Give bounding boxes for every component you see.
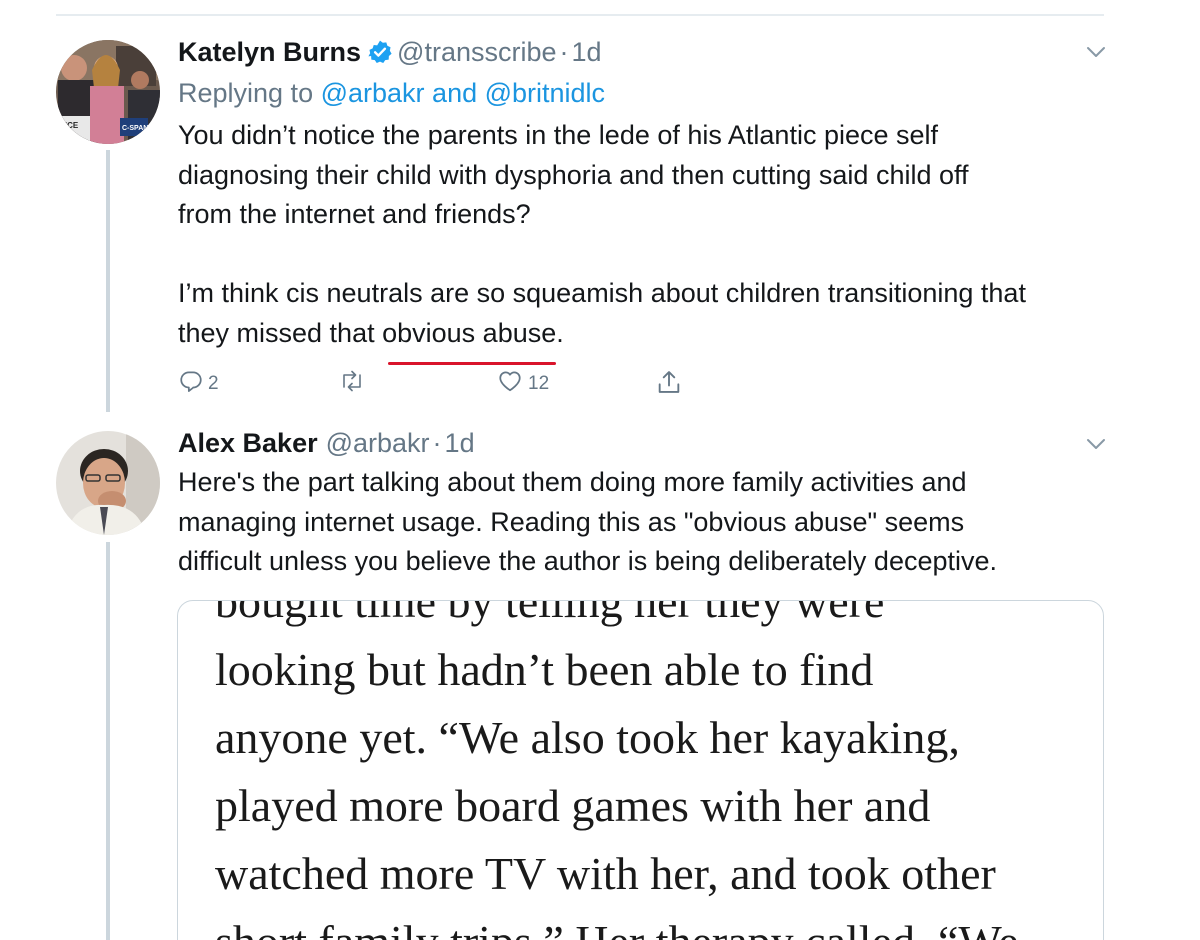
tweet-text: You didn’t notice the parents in the led… — [178, 116, 1118, 365]
share-button[interactable] — [655, 368, 683, 402]
user-handle[interactable]: @transscribe — [397, 37, 556, 67]
excerpt-line: short family trips.” Her therapy called,… — [215, 908, 1019, 940]
separator-dot: · — [432, 428, 442, 458]
replying-to-label: Replying to — [178, 78, 321, 108]
tweet-text-line: difficult unless you believe the author … — [178, 546, 998, 576]
tweet-header: Alex Baker @arbakr · 1d — [178, 426, 475, 460]
timeline-divider — [56, 14, 1104, 16]
tweet-text-fragment: . — [556, 317, 564, 348]
avatar[interactable] — [56, 431, 160, 535]
retweet-button[interactable] — [338, 368, 370, 400]
reply-button[interactable]: 2 — [178, 368, 219, 400]
tweet-text-line: from the internet and friends? — [178, 199, 531, 229]
attached-image[interactable]: bought time by telling her they were loo… — [177, 600, 1104, 940]
tweet-text-line: Here's the part talking about them doing… — [178, 467, 967, 497]
avatar[interactable]: TICE C-SPAN — [56, 40, 160, 144]
tweet-text: Here's the part talking about them doing… — [178, 463, 1118, 582]
article-excerpt: bought time by telling her they were loo… — [215, 600, 1019, 940]
user-handle[interactable]: @arbakr — [326, 428, 430, 458]
display-name[interactable]: Katelyn Burns — [178, 37, 361, 67]
tweet-timestamp[interactable]: 1d — [572, 37, 602, 67]
excerpt-line: watched more TV with her, and took other — [215, 848, 996, 899]
thread-line — [106, 150, 110, 412]
excerpt-line: bought time by telling her they were — [215, 600, 885, 627]
tweet-text-line: managing internet usage. Reading this as… — [178, 506, 965, 537]
retweet-icon — [338, 368, 366, 400]
tweet-text-line: I’m think cis neutrals are so squeamish … — [178, 278, 1026, 308]
svg-text:C-SPAN: C-SPAN — [122, 125, 148, 132]
tweet-text-line: diagnosing their child with dysphoria an… — [178, 159, 969, 190]
verified-badge-icon — [367, 39, 393, 73]
replying-to: Replying to @arbakr and @britnidlc — [178, 76, 605, 110]
excerpt-line: played more board games with her and — [215, 780, 931, 831]
share-icon — [655, 368, 683, 402]
mention-link-arbakr[interactable]: @arbakr — [321, 78, 425, 108]
reply-count: 2 — [208, 373, 219, 394]
tweet-header: Katelyn Burns @transscribe · 1d — [178, 35, 602, 73]
display-name[interactable]: Alex Baker — [178, 428, 318, 458]
excerpt-line: looking but hadn’t been able to find — [215, 644, 874, 695]
tweet-text-line: they missed that obvious abuse. — [178, 314, 1118, 365]
chevron-down-icon[interactable] — [1084, 436, 1108, 452]
heart-icon — [496, 368, 524, 400]
highlighted-phrase: obvious abuse — [382, 314, 557, 365]
thread-line — [106, 542, 110, 940]
tweet-actions: 2 12 — [178, 368, 698, 398]
like-count: 12 — [528, 373, 550, 394]
replying-to-and[interactable]: and — [425, 78, 485, 108]
chevron-down-icon[interactable] — [1084, 44, 1108, 60]
separator-dot: · — [559, 37, 569, 67]
svg-text:TICE: TICE — [60, 121, 79, 130]
tweet-text-line: You didn’t notice the parents in the led… — [178, 120, 939, 150]
tweet-text-fragment: they missed that — [178, 317, 383, 348]
tweet-timestamp[interactable]: 1d — [445, 428, 475, 458]
mention-link-britnidlc[interactable]: @britnidlc — [485, 78, 605, 108]
like-button[interactable]: 12 — [496, 368, 549, 400]
reply-icon — [178, 368, 204, 400]
excerpt-line: anyone yet. “We also took her kayaking, — [215, 712, 960, 763]
